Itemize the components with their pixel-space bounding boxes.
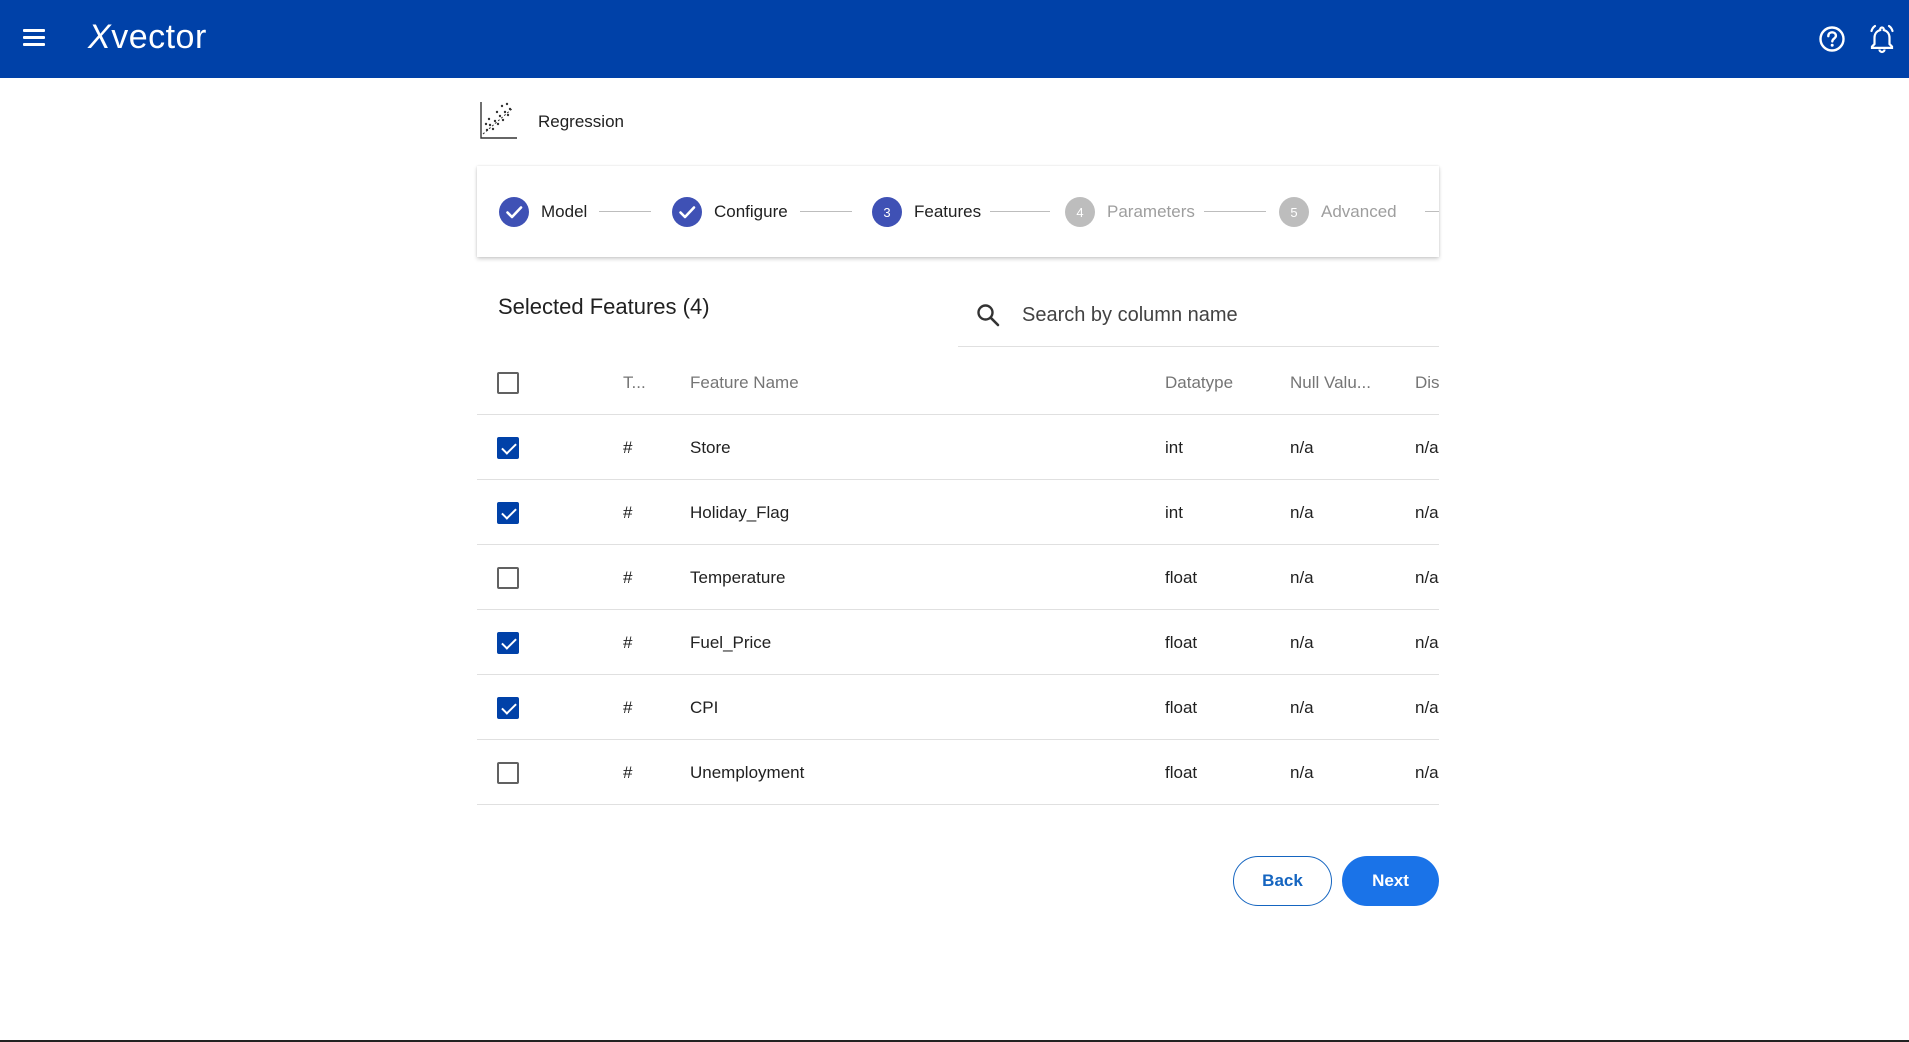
feature-name-cell: Temperature xyxy=(690,567,786,587)
dis-cell: n/a xyxy=(1415,502,1439,522)
column-header-feature-name[interactable]: Feature Name xyxy=(690,350,1130,415)
page-title: Regression xyxy=(538,112,624,131)
column-search xyxy=(958,285,1439,347)
row-select-cell xyxy=(497,415,527,480)
type-cell: # xyxy=(623,632,633,652)
hamburger-menu-icon[interactable] xyxy=(18,22,50,54)
table-row[interactable]: # Temperature float n/a n/a xyxy=(477,545,1439,610)
null-values-cell: n/a xyxy=(1290,502,1314,522)
datatype-cell: float xyxy=(1165,762,1198,782)
step-connector xyxy=(1425,211,1439,212)
step-number: 3 xyxy=(872,197,902,227)
step-parameters[interactable]: 4 Parameters xyxy=(1065,196,1195,228)
type-cell: # xyxy=(623,502,633,522)
dis-cell: n/a xyxy=(1415,697,1439,717)
step-label: Model xyxy=(541,202,588,221)
step-label: Features xyxy=(914,202,982,221)
column-header-null-values[interactable]: Null Valu... xyxy=(1290,350,1380,415)
check-icon xyxy=(672,197,702,227)
column-header-dis[interactable]: Dis xyxy=(1415,350,1439,415)
top-app-bar: Xvector xyxy=(0,0,1909,78)
table-row[interactable]: # Unemployment float n/a n/a xyxy=(477,740,1439,805)
step-label: Parameters xyxy=(1107,202,1195,221)
app-logo: Xvector xyxy=(88,18,207,56)
null-values-cell: n/a xyxy=(1290,567,1314,587)
table-header-row: T... Feature Name Datatype Null Valu... … xyxy=(477,350,1439,415)
feature-name-cell: Unemployment xyxy=(690,762,805,782)
datatype-cell: float xyxy=(1165,697,1198,717)
check-icon xyxy=(499,197,529,227)
step-connector xyxy=(599,211,651,212)
help-circle-icon[interactable] xyxy=(1815,22,1849,56)
step-connector xyxy=(1204,211,1266,212)
row-checkbox[interactable] xyxy=(497,761,519,784)
table-row[interactable]: # CPI float n/a n/a xyxy=(477,675,1439,740)
table-row[interactable]: # Holiday_Flag int n/a n/a xyxy=(477,480,1439,545)
dis-cell: n/a xyxy=(1415,437,1439,457)
search-input[interactable] xyxy=(1022,299,1422,331)
null-values-cell: n/a xyxy=(1290,437,1314,457)
datatype-cell: int xyxy=(1165,437,1183,457)
row-checkbox[interactable] xyxy=(497,501,519,524)
datatype-cell: float xyxy=(1165,567,1198,587)
column-header-datatype[interactable]: Datatype xyxy=(1165,350,1275,415)
dis-cell: n/a xyxy=(1415,567,1439,587)
row-select-cell xyxy=(497,675,527,740)
row-select-cell xyxy=(497,610,527,675)
row-select-cell xyxy=(497,480,527,545)
select-all-cell xyxy=(497,350,527,415)
datatype-cell: float xyxy=(1165,632,1198,652)
feature-name-cell: Fuel_Price xyxy=(690,632,772,652)
dis-cell: n/a xyxy=(1415,762,1439,782)
column-header-type[interactable]: T... xyxy=(623,350,663,415)
step-features[interactable]: 3 Features xyxy=(872,196,981,228)
step-label: Advanced xyxy=(1321,202,1397,221)
select-all-checkbox[interactable] xyxy=(497,371,519,394)
datatype-cell: int xyxy=(1165,502,1183,522)
table-row[interactable]: # Store int n/a n/a xyxy=(477,415,1439,480)
step-configure[interactable]: Configure xyxy=(672,196,788,228)
row-select-cell xyxy=(497,740,527,805)
row-checkbox[interactable] xyxy=(497,436,519,459)
step-connector xyxy=(800,211,852,212)
table-row[interactable]: # Fuel_Price float n/a n/a xyxy=(477,610,1439,675)
step-label: Configure xyxy=(714,202,788,221)
type-cell: # xyxy=(623,762,633,782)
features-table: T... Feature Name Datatype Null Valu... … xyxy=(477,350,1439,805)
back-button[interactable]: Back xyxy=(1233,856,1332,906)
step-advanced[interactable]: 5 Advanced xyxy=(1279,196,1397,228)
wizard-stepper: Model Configure 3 Features 4 Parameters … xyxy=(477,166,1439,257)
step-number: 4 xyxy=(1065,197,1095,227)
search-icon xyxy=(974,301,1002,329)
null-values-cell: n/a xyxy=(1290,632,1314,652)
step-connector xyxy=(990,211,1050,212)
row-checkbox[interactable] xyxy=(497,696,519,719)
selected-features-title: Selected Features (4) xyxy=(498,294,710,319)
null-values-cell: n/a xyxy=(1290,762,1314,782)
bell-icon[interactable] xyxy=(1865,22,1899,56)
next-button[interactable]: Next xyxy=(1342,856,1439,906)
row-checkbox[interactable] xyxy=(497,566,519,589)
row-select-cell xyxy=(497,545,527,610)
type-cell: # xyxy=(623,697,633,717)
feature-name-cell: Holiday_Flag xyxy=(690,502,790,522)
type-cell: # xyxy=(623,567,633,587)
type-cell: # xyxy=(623,437,633,457)
step-number: 5 xyxy=(1279,197,1309,227)
dis-cell: n/a xyxy=(1415,632,1439,652)
feature-name-cell: Store xyxy=(690,437,731,457)
null-values-cell: n/a xyxy=(1290,697,1314,717)
feature-name-cell: CPI xyxy=(690,697,719,717)
scatter-plot-icon xyxy=(477,100,519,142)
row-checkbox[interactable] xyxy=(497,631,519,654)
step-model[interactable]: Model xyxy=(499,196,587,228)
